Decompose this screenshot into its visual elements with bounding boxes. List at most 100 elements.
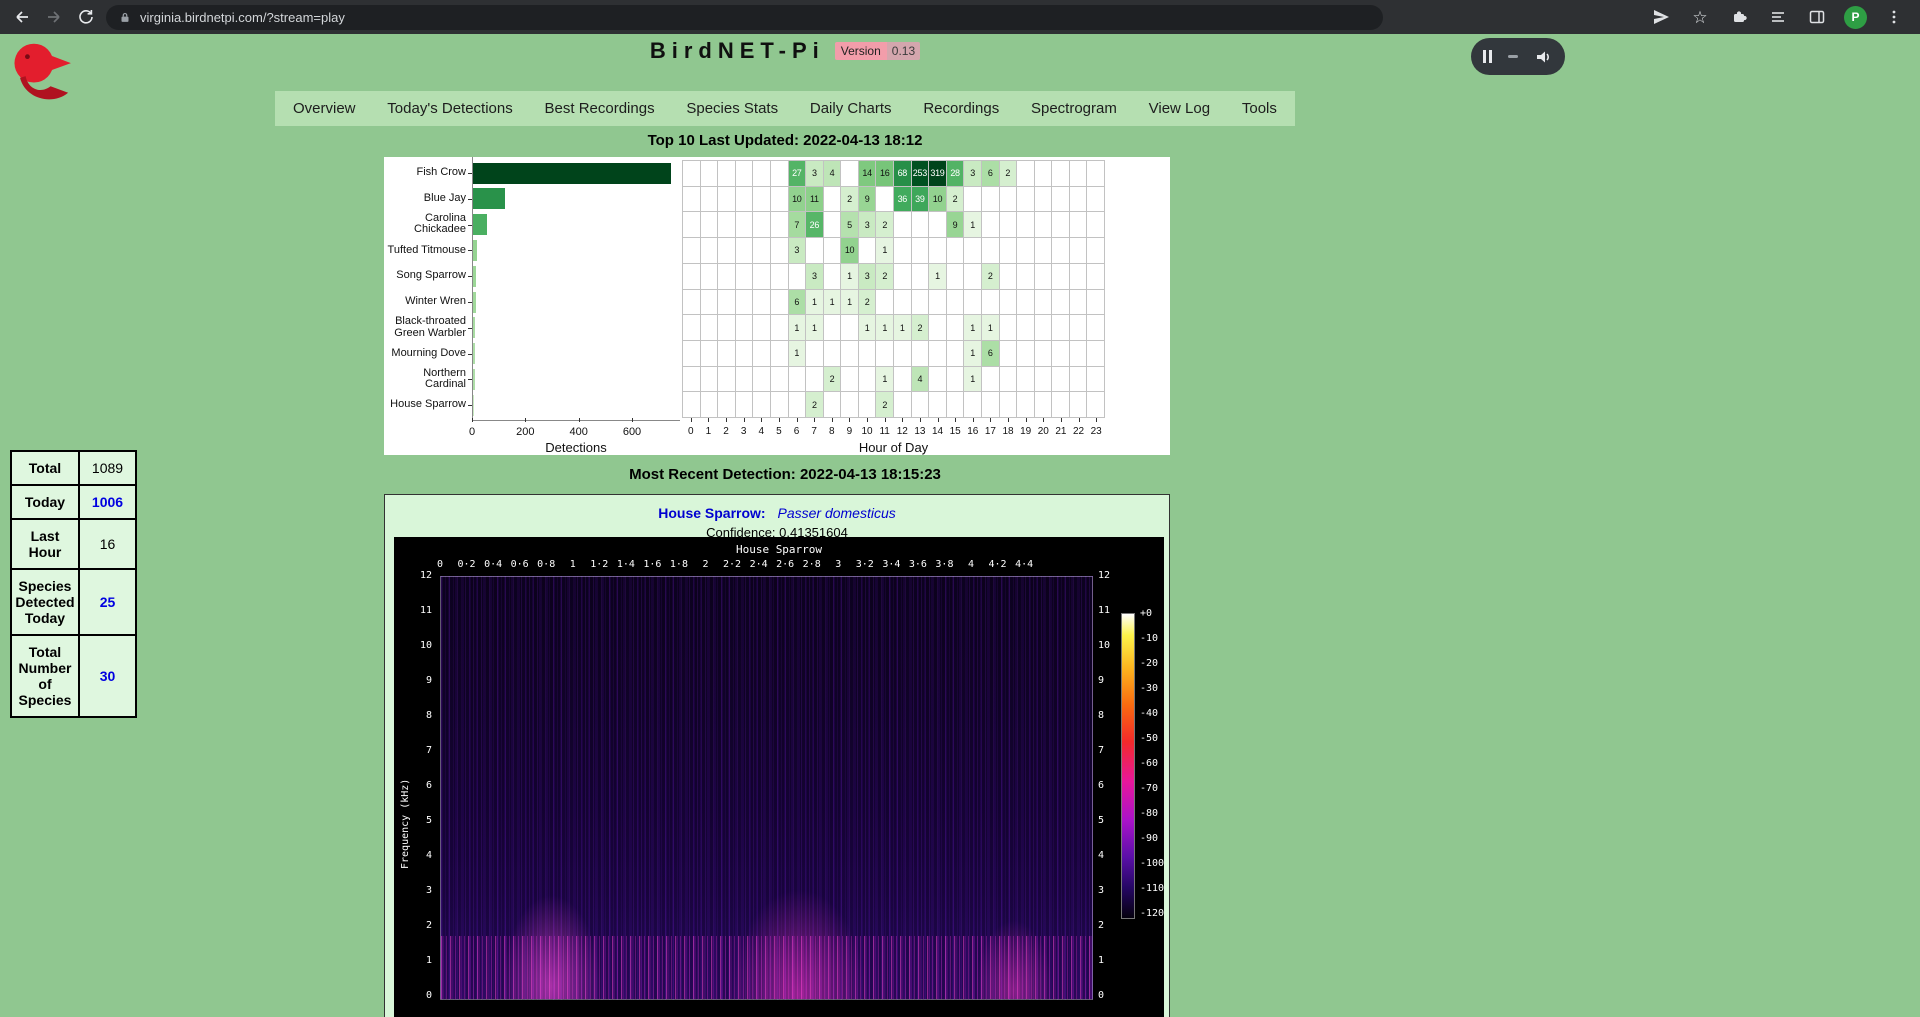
heatmap-cell [789,367,806,392]
heatmap-cell: 3 [789,238,806,263]
nav-item-today-s-detections[interactable]: Today's Detections [387,100,512,117]
reading-list-button[interactable] [1766,5,1790,29]
bar [473,188,505,209]
heatmap-cell [1017,187,1034,212]
heatmap-cell [964,238,981,263]
url-bar[interactable]: virginia.birdnetpi.com/?stream=play [106,5,1383,30]
heatmap-cell [876,341,893,366]
heatmap-cell: 1 [982,315,999,340]
stat-value[interactable]: 25 [79,569,136,635]
reload-button[interactable] [74,5,98,29]
heatmap-cell [806,367,823,392]
spectrogram-ytick-label: 7 [1098,745,1104,756]
heatmap-cell [701,392,718,417]
tick-mark [832,418,833,422]
nav-item-species-stats[interactable]: Species Stats [686,100,778,117]
heatmap-cell [824,212,841,237]
version-badge-value: 0.13 [887,42,920,60]
heatmap-cell [1052,315,1069,340]
spectrogram-xtick-label: 0·2 [458,559,476,570]
colorbar-tick-label: -120 [1140,908,1164,919]
heatmap-cell: 3 [859,264,876,289]
heatmap-xtick-label: 23 [1091,426,1102,437]
heatmap-cell [1087,290,1104,315]
tick-mark [708,418,709,422]
heatmap-xtick-label: 9 [847,426,853,437]
heatmap-cell [1000,341,1017,366]
heatmap-cell: 1 [964,341,981,366]
heatmap-cell [1052,392,1069,417]
nav-item-daily-charts[interactable]: Daily Charts [810,100,892,117]
heatmap-cell: 1 [876,238,893,263]
heatmap-cell: 1 [929,264,946,289]
profile-avatar[interactable]: P [1844,6,1867,29]
heatmap-xaxis-label: Hour of Day [682,440,1105,455]
heatmap-cell [718,290,735,315]
spectrogram-xtick-label: 0·6 [511,559,529,570]
menu-button[interactable] [1882,5,1906,29]
version-badge-label: Version [835,42,887,60]
side-panel-button[interactable] [1805,5,1829,29]
top10-chart-figure: Fish CrowBlue JayCarolina ChickadeeTufte… [384,157,1170,455]
nav-bar: Overview Today's Detections Best Recording… [275,91,1295,126]
heatmap-cell: 9 [859,187,876,212]
heatmap-xtick-label: 13 [914,426,925,437]
heatmap-cell [912,392,929,417]
heatmap-cell [1070,161,1087,186]
nav-item-tools[interactable]: Tools [1242,100,1277,117]
spectrogram-xtick-label: 1·6 [643,559,661,570]
nav-item-overview[interactable]: Overview [293,100,356,117]
back-button[interactable] [10,5,34,29]
bookmark-button[interactable]: ☆ [1688,5,1712,29]
heatmap-cell [753,367,770,392]
detection-common-name-link[interactable]: House Sparrow: [658,505,765,521]
heatmap-cell [1070,315,1087,340]
stat-value[interactable]: 30 [79,635,136,717]
site-header: BirdNET-Pi Version 0.13 [275,38,1295,64]
send-button[interactable] [1649,5,1673,29]
heatmap-cell [1087,212,1104,237]
heatmap-cell: 1 [876,315,893,340]
detection-scientific-name-link[interactable]: Passer domesticus [777,505,895,521]
heatmap-cell [841,315,858,340]
bar [473,214,487,235]
tick-mark [691,418,692,422]
pause-button[interactable] [1483,50,1492,63]
heatmap-cell [1052,161,1069,186]
spectrogram-ytick-label: 0 [1098,990,1104,1001]
heatmap-cell [771,187,788,212]
url-text: virginia.birdnetpi.com/?stream=play [140,10,345,25]
heatmap-cell [824,341,841,366]
heatmap-cell [1000,315,1017,340]
tick-mark [920,418,921,422]
heatmap-cell [683,238,700,263]
heatmap-cell [736,238,753,263]
nav-item-spectrogram[interactable]: Spectrogram [1031,100,1117,117]
forward-button[interactable] [42,5,66,29]
heatmap-cell [1052,341,1069,366]
stat-value[interactable]: 1006 [79,485,136,519]
nav-item-recordings[interactable]: Recordings [923,100,999,117]
spectrogram-ytick-label: 3 [1098,885,1104,896]
volume-icon[interactable] [1534,48,1553,66]
heatmap-xticks: 01234567891011121314151617181920212223 [682,421,1105,437]
heatmap-cell [771,367,788,392]
nav-item-best-recordings[interactable]: Best Recordings [545,100,655,117]
heatmap-cell [771,264,788,289]
heatmap-cell [771,290,788,315]
nav-item-view-log[interactable]: View Log [1149,100,1210,117]
heatmap-cell: 1 [964,367,981,392]
heatmap-cell [736,212,753,237]
spectrogram-xtick-label: 1·2 [590,559,608,570]
heatmap-cell: 3 [964,161,981,186]
extensions-button[interactable] [1727,5,1751,29]
star-icon: ☆ [1692,9,1707,26]
heatmap-cell: 14 [859,161,876,186]
heatmap-cell [912,341,929,366]
heatmap-cell [718,187,735,212]
heatmap-cell: 6 [982,161,999,186]
audio-scrubber[interactable] [1508,55,1518,58]
heatmap-cell [947,264,964,289]
heatmap-cell [824,392,841,417]
heatmap-cell [736,264,753,289]
